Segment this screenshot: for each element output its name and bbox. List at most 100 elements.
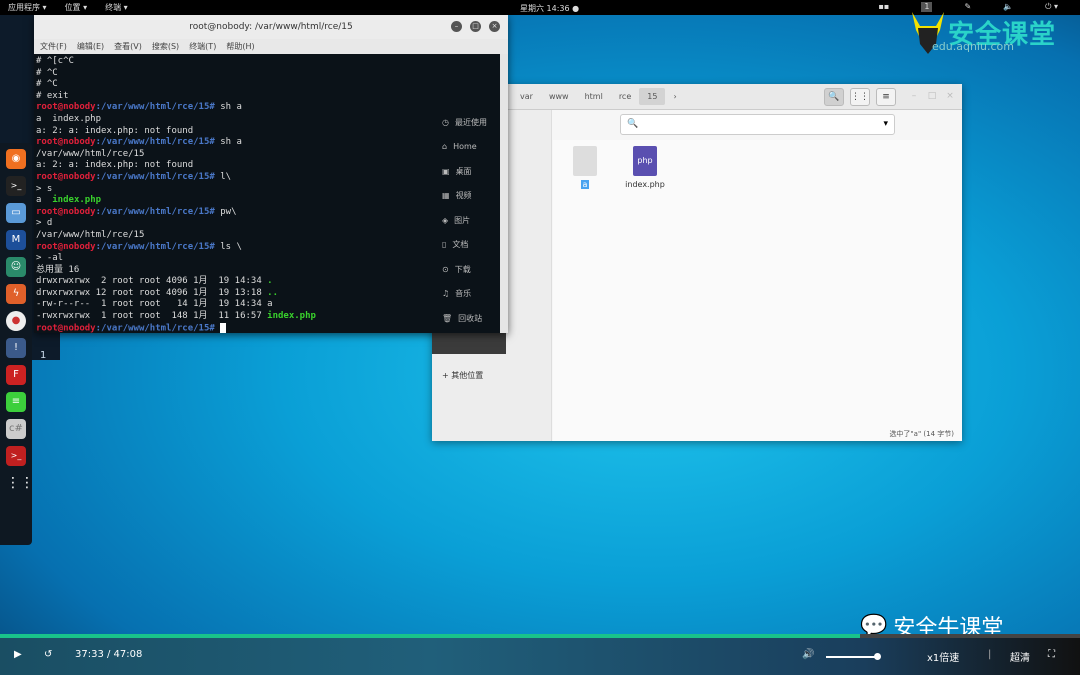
replay-icon[interactable]: ↺ <box>44 649 52 660</box>
download-icon: ⊙ <box>442 264 449 274</box>
terminal-menubar: 文件(F) 编辑(E) 查看(V) 搜索(S) 终端(T) 帮助(H) <box>34 39 508 54</box>
folder-icon[interactable]: ▭ <box>6 203 26 223</box>
sidebar-item-trash[interactable]: 🗑 回收站 <box>432 306 487 331</box>
output-text: # ^C <box>36 67 58 78</box>
file-item[interactable]: a <box>555 146 615 189</box>
sidebar-item-videos[interactable]: ▦ 视频 <box>432 184 487 209</box>
places-menu[interactable]: 位置 ▾ <box>65 2 88 13</box>
prompt-path: :/var/www/html/rce/15# <box>95 137 215 148</box>
scrollbar[interactable] <box>500 54 508 333</box>
terminal-icon[interactable]: >_ <box>6 176 26 196</box>
crumb-15[interactable]: 15 <box>639 88 666 105</box>
music-icon: ♫ <box>442 289 450 299</box>
output-text: a <box>36 195 53 206</box>
command: ls \ <box>214 241 242 252</box>
metasploit-icon[interactable]: M <box>6 230 26 250</box>
speed-button[interactable]: x1倍速 <box>927 649 959 664</box>
search-icon: 🔍 <box>627 119 639 129</box>
sidebar-item-pictures[interactable]: ◈ 图片 <box>432 208 487 233</box>
clock[interactable]: 星期六 14:36 ● <box>520 3 579 14</box>
armitage-icon[interactable]: ☺ <box>6 257 26 277</box>
output-text: > s <box>36 183 53 194</box>
menu-view[interactable]: 查看(V) <box>114 41 142 52</box>
terminal-red-icon[interactable]: >_ <box>6 446 26 466</box>
fullscreen-icon[interactable]: ⛶ <box>1048 649 1055 660</box>
cursor <box>220 322 227 333</box>
quality-button[interactable]: 超清 <box>1010 649 1030 664</box>
menu-edit[interactable]: 编辑(E) <box>77 41 104 52</box>
prompt-user: root@nobody <box>36 323 96 333</box>
volume-slider[interactable] <box>826 653 881 660</box>
home-icon: ⌂ <box>442 142 448 152</box>
search-input[interactable]: 🔍 ▾ <box>620 114 895 135</box>
search-button[interactable]: 🔍 <box>824 88 844 106</box>
applications-menu[interactable]: 应用程序 ▾ <box>8 2 47 13</box>
output-text: > -al <box>36 253 64 264</box>
prompt-path: :/var/www/html/rce/15# <box>95 323 215 333</box>
output-text: drwxrwxrwx 12 root root 4096 1月 19 13:18 <box>36 287 268 298</box>
executable-name: . <box>267 276 273 287</box>
terminal-menu[interactable]: 终端 ▾ <box>105 2 128 13</box>
volume-handle[interactable] <box>874 653 881 660</box>
terminal-line: # ^[c^C <box>36 56 506 68</box>
menu-button[interactable]: ≡ <box>876 88 896 106</box>
menu-help[interactable]: 帮助(H) <box>226 41 254 52</box>
command: sh a <box>214 137 242 148</box>
desktop-icon: ▣ <box>442 166 450 176</box>
burpsuite-icon[interactable]: ϟ <box>6 284 26 304</box>
terminal-line: # ^C <box>36 68 506 80</box>
app-icon[interactable]: c# <box>6 419 26 439</box>
window-title: root@nobody: /var/www/html/rce/15 <box>189 22 353 32</box>
minimize-button[interactable]: – <box>904 88 924 106</box>
watermark-logo: 安全课堂 edu.aqniu.com <box>908 8 1056 56</box>
maltego-icon[interactable]: ● <box>6 311 26 331</box>
php-file-icon: php <box>633 146 657 176</box>
sidebar-item-desktop[interactable]: ▣ 桌面 <box>432 159 487 184</box>
menu-file[interactable]: 文件(F) <box>40 41 67 52</box>
prompt-path: :/var/www/html/rce/15# <box>95 206 215 217</box>
sidebar-item-music[interactable]: ♫ 音乐 <box>432 282 487 307</box>
executable-name: index.php <box>52 195 102 206</box>
beef-icon[interactable]: ! <box>6 338 26 358</box>
file-item[interactable]: php index.php <box>615 146 675 189</box>
sidebar-item-downloads[interactable]: ⊙ 下载 <box>432 257 487 282</box>
minimize-icon[interactable]: – <box>451 21 462 32</box>
video-controls: ▶ ↺ 37:33 / 47:08 🔊 x1倍速 | 超清 ⛶ <box>0 638 1080 675</box>
output-text: a: 2: a: index.php: not found <box>36 160 194 171</box>
chevron-down-icon[interactable]: ▾ <box>883 115 888 134</box>
app-grid-icon[interactable]: ⋮⋮ <box>6 473 34 493</box>
prompt-user: root@nobody <box>36 137 96 148</box>
divider: | <box>988 649 992 660</box>
firefox-icon[interactable]: ◉ <box>6 149 26 169</box>
view-toggle-button[interactable]: ⋮⋮ <box>850 88 870 106</box>
faraday-icon[interactable]: F <box>6 365 26 385</box>
sidebar-item-documents[interactable]: ▯ 文档 <box>432 233 487 258</box>
play-icon[interactable]: ▶ <box>14 649 22 660</box>
volume-icon[interactable]: 🔊 <box>802 649 814 660</box>
crumb-var[interactable]: var <box>512 88 541 105</box>
crumb-html[interactable]: html <box>577 88 611 105</box>
prompt-path: :/var/www/html/rce/15# <box>95 241 215 252</box>
sidebar-item-home[interactable]: ⌂ Home <box>432 135 487 160</box>
crumb-rce[interactable]: rce <box>611 88 639 105</box>
chevron-right-icon[interactable]: › <box>665 88 684 105</box>
maximize-icon[interactable]: □ <box>470 21 481 32</box>
brand-url: edu.aqniu.com <box>932 40 1014 53</box>
notes-icon[interactable]: ≡ <box>6 392 26 412</box>
network-icon[interactable]: ▪▪ <box>879 2 890 12</box>
sidebar-item-recent[interactable]: ◷ 最近使用 <box>432 110 487 135</box>
menu-terminal[interactable]: 终端(T) <box>189 41 216 52</box>
close-button[interactable]: × <box>940 88 960 106</box>
crumb-www[interactable]: www <box>541 88 577 105</box>
executable-name: index.php <box>267 311 316 322</box>
output-text: a index.php <box>36 113 102 124</box>
status-bar: 选中了"a" (14 字节) <box>889 430 954 438</box>
file-view: a php index.php 选中了"a" (14 字节) <box>553 140 962 441</box>
menu-search[interactable]: 搜索(S) <box>152 41 179 52</box>
terminal-line: # exit <box>36 91 506 103</box>
close-icon[interactable]: × <box>489 21 500 32</box>
maximize-button[interactable]: □ <box>922 88 942 106</box>
prompt-user: root@nobody <box>36 241 96 252</box>
output-text: drwxrwxrwx 2 root root 4096 1月 19 14:34 <box>36 276 268 287</box>
other-locations[interactable]: + 其他位置 <box>442 370 483 381</box>
